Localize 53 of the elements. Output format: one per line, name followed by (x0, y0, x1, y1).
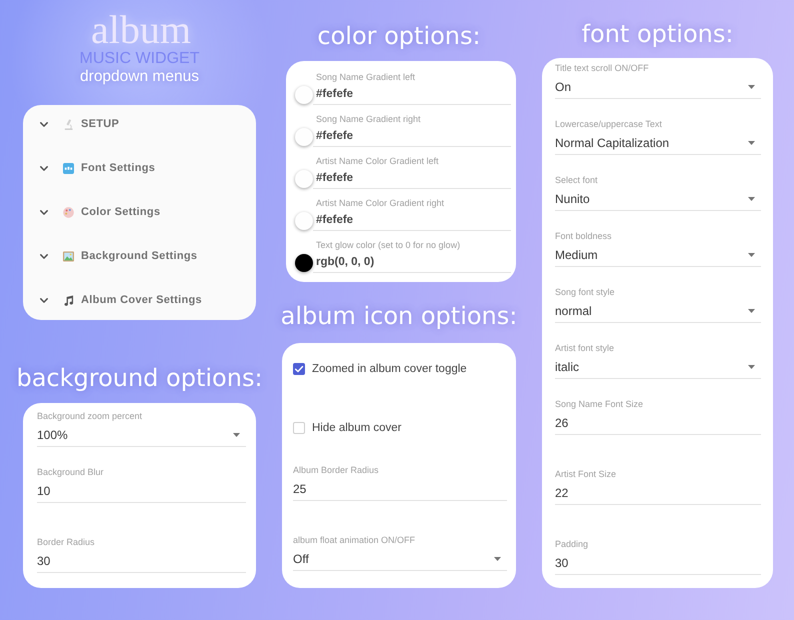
dropdown-field[interactable]: Background zoom percent 100% (37, 410, 246, 447)
caret-down-icon (748, 365, 755, 369)
dropdown-field[interactable]: album float animation ON/OFF Off (293, 534, 507, 571)
music-note-icon (63, 294, 74, 306)
section-heading: color options: (317, 21, 481, 51)
caret-down-icon (748, 309, 755, 313)
accordion-item[interactable]: Font Settings (23, 149, 256, 187)
color-swatch-icon[interactable] (295, 254, 313, 272)
caret-down-icon (748, 253, 755, 257)
color-swatch-icon[interactable] (295, 128, 313, 146)
input-field[interactable]: Song Name Font Size 26 (555, 398, 761, 435)
section-heading: font options: (582, 19, 734, 49)
color-swatch-icon[interactable] (295, 212, 313, 230)
color-swatch-icon[interactable] (295, 170, 313, 188)
caret-down-icon (494, 557, 501, 561)
checkbox-label: Zoomed in album cover toggle (312, 363, 467, 375)
checkbox-label: Hide album cover (312, 422, 402, 434)
input-field[interactable]: Background Blur 10 (37, 466, 246, 503)
accordion-item[interactable]: Album Cover Settings (23, 281, 256, 319)
dropdown-field[interactable]: Lowercase/uppercase Text Normal Capitalization (555, 118, 761, 155)
accordion-item[interactable]: Color Settings (23, 193, 256, 231)
dropdown-field[interactable]: Select font Nunito (555, 174, 761, 211)
app-caption: dropdown menus (79, 68, 200, 86)
dropdown-field[interactable]: Artist font style italic (555, 342, 761, 379)
palette-icon (63, 206, 74, 218)
section-heading: album icon options: (280, 301, 518, 331)
input-field[interactable]: Album Border Radius 25 (293, 464, 507, 501)
color-swatch-icon[interactable] (295, 86, 313, 104)
microscope-icon (63, 118, 74, 130)
app-title: album (91, 10, 191, 50)
input-field[interactable]: Padding 30 (555, 538, 761, 575)
input-field[interactable]: Artist Font Size 22 (555, 468, 761, 505)
checkmark-icon (293, 363, 305, 375)
dropdown-field[interactable]: Song font style normal (555, 286, 761, 323)
color-field[interactable]: Song Name Gradient right #fefefe (313, 113, 511, 147)
color-field[interactable]: Text glow color (set to 0 for no glow) rgb(0, 0, 0) (313, 239, 511, 273)
caret-down-icon (748, 141, 755, 145)
caret-down-icon (748, 85, 755, 89)
input-field[interactable]: Border Radius 30 (37, 536, 246, 573)
color-field[interactable]: Artist Name Color Gradient left #fefefe (313, 155, 511, 189)
dropdown-field[interactable]: Font boldness Medium (555, 230, 761, 267)
dropdown-field[interactable]: Title text scroll ON/OFF On (555, 62, 761, 99)
checkbox[interactable] (293, 363, 305, 375)
picture-icon (63, 250, 74, 262)
accordion-item[interactable]: SETUP (23, 105, 256, 143)
caret-down-icon (233, 433, 240, 437)
checkbox[interactable] (293, 422, 305, 434)
text-tile-icon (63, 162, 74, 174)
color-field[interactable]: Artist Name Color Gradient right #fefefe (313, 197, 511, 231)
section-heading: background options: (16, 363, 263, 393)
caret-down-icon (748, 197, 755, 201)
accordion-item[interactable]: Background Settings (23, 237, 256, 275)
color-field[interactable]: Song Name Gradient left #fefefe (313, 71, 511, 105)
